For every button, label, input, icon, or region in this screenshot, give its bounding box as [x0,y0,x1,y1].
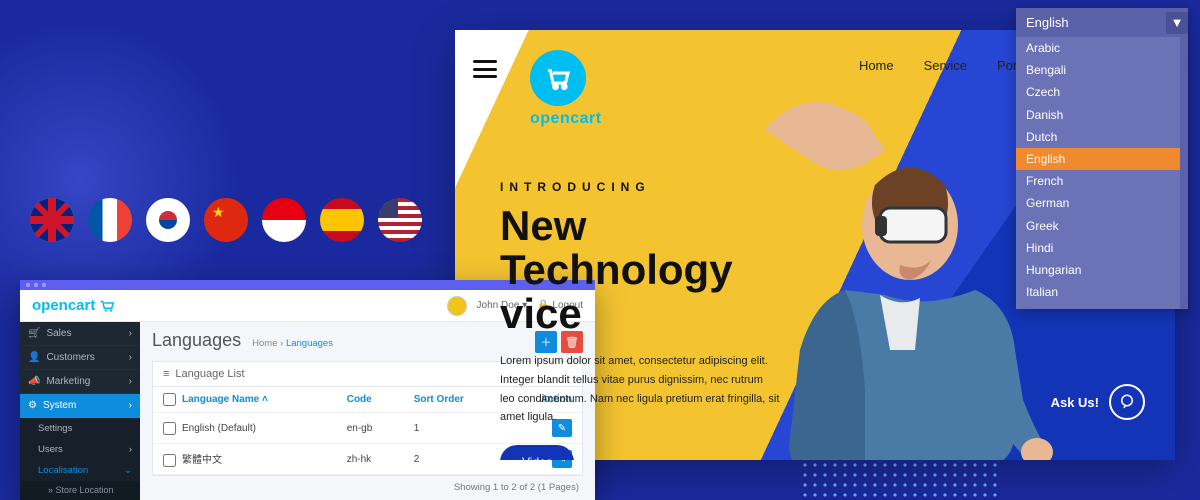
user-icon: 👤 [28,352,40,363]
sidebar-item-marketing[interactable]: 📣Marketing› [20,370,140,394]
language-option[interactable]: Bengali [1016,59,1180,81]
hero-body: Lorem ipsum dolor sit amet, consectetur … [500,352,780,427]
language-option-list: ArabicBengaliCzechDanishDutchEnglishFren… [1016,37,1188,309]
pager-text: Showing 1 to 2 of 2 (1 Pages) [152,476,583,493]
chat-icon [1109,384,1145,420]
language-option[interactable]: Danish [1016,104,1180,126]
sidebar-sub-users[interactable]: Users› [20,439,140,460]
cart-icon [530,50,586,106]
sidebar-sub2-store-location[interactable]: » Store Location [20,481,140,499]
language-option[interactable]: Arabic [1016,37,1180,59]
site-logo[interactable]: opencart [530,50,602,128]
col-sort[interactable]: Sort Order [404,387,507,413]
list-icon: ≡ [163,368,169,380]
language-dropdown[interactable]: English ▼ ArabicBengaliCzechDanishDutchE… [1016,8,1188,309]
flag-kr[interactable] [146,198,190,242]
language-option[interactable]: French [1016,170,1180,192]
chevron-right-icon: › [129,352,132,363]
chevron-right-icon: › [129,328,132,339]
cart-icon: 🛒 [28,328,40,339]
language-dropdown-header[interactable]: English ▼ [1016,8,1188,37]
page-title: Languages [152,330,241,351]
select-all-checkbox[interactable] [163,393,176,406]
cta-button[interactable]: Video [500,445,574,460]
flag-id[interactable] [262,198,306,242]
cell-sort: 2 [404,444,507,475]
flag-fr[interactable] [88,198,132,242]
sidebar-item-system[interactable]: ⚙System› [20,394,140,418]
hero-kicker: INTRODUCING [500,180,780,194]
sort-asc-icon: ˄ [262,394,268,405]
language-option[interactable]: German [1016,192,1180,214]
flag-us[interactable] [378,198,422,242]
nav-home[interactable]: Home [859,58,894,73]
language-option[interactable]: Japanese [1016,303,1180,309]
chevron-right-icon: › [129,400,132,411]
hamburger-menu-icon[interactable] [473,60,497,78]
cell-code: zh-hk [337,444,404,475]
flag-cn[interactable] [204,198,248,242]
chevron-down-icon: ▼ [1166,12,1188,34]
sidebar-item-sales[interactable]: 🛒Sales› [20,322,140,346]
language-option[interactable]: Dutch [1016,126,1180,148]
language-option[interactable]: Czech [1016,81,1180,103]
breadcrumb-current[interactable]: Languages [286,338,333,349]
megaphone-icon: 📣 [28,376,40,387]
ask-us-label: Ask Us! [1051,395,1099,410]
site-logo-text: opencart [530,110,602,128]
flag-uk[interactable] [30,198,74,242]
sidebar-sub-localisation[interactable]: Localisation⌄ [20,460,140,481]
language-selected: English [1026,15,1069,30]
chevron-right-icon: › [129,444,132,455]
nav-service[interactable]: Service [924,58,967,73]
hero-title: New Technology vice [500,204,780,336]
language-option[interactable]: Italian [1016,281,1180,303]
admin-sidebar: 🛒Sales› 👤Customers› 📣Marketing› ⚙System›… [20,322,140,500]
admin-logo[interactable]: opencart [32,297,117,314]
breadcrumb: Home › Languages [252,338,333,349]
avatar[interactable] [447,296,467,316]
row-checkbox[interactable] [163,454,176,467]
flag-row [30,198,422,242]
chevron-down-icon: ⌄ [124,465,132,476]
sidebar-sub-settings[interactable]: Settings [20,418,140,439]
sidebar-item-customers[interactable]: 👤Customers› [20,346,140,370]
dot-pattern [800,460,1000,500]
cell-sort: 1 [404,413,507,444]
flag-es[interactable] [320,198,364,242]
language-option[interactable]: Hungarian [1016,259,1180,281]
row-checkbox[interactable] [163,422,176,435]
gear-icon: ⚙ [28,400,37,411]
chevron-right-icon: › [129,376,132,387]
col-code[interactable]: Code [337,387,404,413]
col-name[interactable]: Language Name ˄ [153,387,337,413]
ask-us-widget[interactable]: Ask Us! [1051,384,1145,420]
cell-code: en-gb [337,413,404,444]
language-option[interactable]: English [1016,148,1180,170]
hero-copy: INTRODUCING New Technology vice Lorem ip… [500,180,780,460]
language-option[interactable]: Greek [1016,215,1180,237]
language-option[interactable]: Hindi [1016,237,1180,259]
cart-icon [99,299,117,313]
